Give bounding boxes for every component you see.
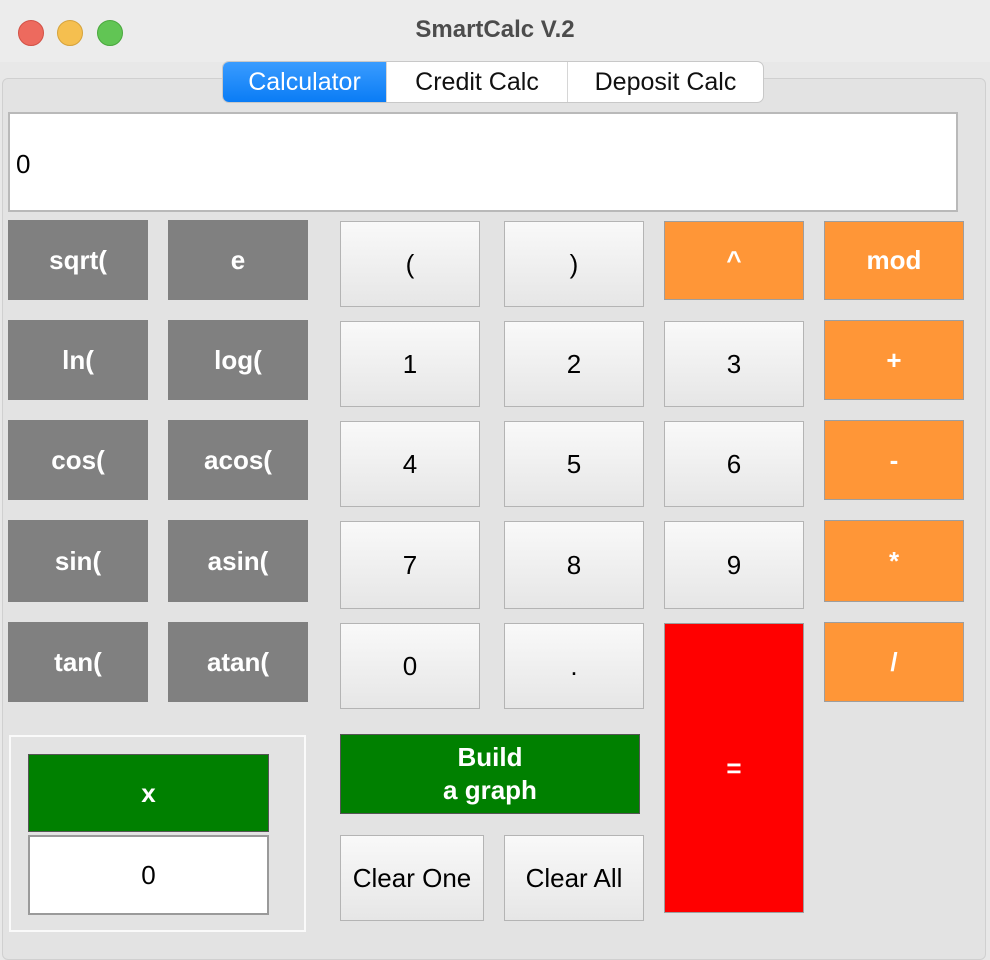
digit-8-button[interactable]: 8 xyxy=(504,521,644,609)
tab-credit-calc[interactable]: Credit Calc xyxy=(386,62,567,102)
mod-button[interactable]: mod xyxy=(824,221,964,300)
digit-7-button[interactable]: 7 xyxy=(340,521,480,609)
digit-4-button[interactable]: 4 xyxy=(340,421,480,507)
decimal-point-button[interactable]: . xyxy=(504,623,644,709)
expression-display[interactable]: 0 xyxy=(8,112,958,212)
cos-button[interactable]: cos( xyxy=(8,420,148,500)
asin-button[interactable]: asin( xyxy=(168,520,308,602)
title-bar: SmartCalc V.2 xyxy=(0,0,990,62)
clear-one-button[interactable]: Clear One xyxy=(340,835,484,921)
tab-bar: Calculator Credit Calc Deposit Calc xyxy=(222,61,764,103)
multiply-button[interactable]: * xyxy=(824,520,964,602)
divide-button[interactable]: / xyxy=(824,622,964,702)
x-value-input[interactable]: 0 xyxy=(28,835,269,915)
left-paren-button[interactable]: ( xyxy=(340,221,480,307)
sqrt-button[interactable]: sqrt( xyxy=(8,220,148,300)
clear-all-button[interactable]: Clear All xyxy=(504,835,644,921)
equals-button[interactable]: = xyxy=(664,623,804,913)
digit-6-button[interactable]: 6 xyxy=(664,421,804,507)
right-paren-button[interactable]: ) xyxy=(504,221,644,307)
atan-button[interactable]: atan( xyxy=(168,622,308,702)
log-button[interactable]: log( xyxy=(168,320,308,400)
digit-3-button[interactable]: 3 xyxy=(664,321,804,407)
digit-1-button[interactable]: 1 xyxy=(340,321,480,407)
digit-5-button[interactable]: 5 xyxy=(504,421,644,507)
x-button[interactable]: x xyxy=(28,754,269,832)
window-title: SmartCalc V.2 xyxy=(415,16,575,43)
build-graph-label-line-2: a graph xyxy=(443,775,537,805)
sin-button[interactable]: sin( xyxy=(8,520,148,602)
tab-deposit-calc[interactable]: Deposit Calc xyxy=(567,62,763,102)
power-button[interactable]: ^ xyxy=(664,221,804,300)
digit-2-button[interactable]: 2 xyxy=(504,321,644,407)
acos-button[interactable]: acos( xyxy=(168,420,308,500)
ln-button[interactable]: ln( xyxy=(8,320,148,400)
plus-button[interactable]: + xyxy=(824,320,964,400)
build-graph-button[interactable]: Build a graph xyxy=(340,734,640,814)
digit-9-button[interactable]: 9 xyxy=(664,521,804,609)
build-graph-label-line-1: Build xyxy=(457,742,523,772)
tab-calculator[interactable]: Calculator xyxy=(223,62,386,102)
e-button[interactable]: e xyxy=(168,220,308,300)
minus-button[interactable]: - xyxy=(824,420,964,500)
tan-button[interactable]: tan( xyxy=(8,622,148,702)
digit-0-button[interactable]: 0 xyxy=(340,623,480,709)
